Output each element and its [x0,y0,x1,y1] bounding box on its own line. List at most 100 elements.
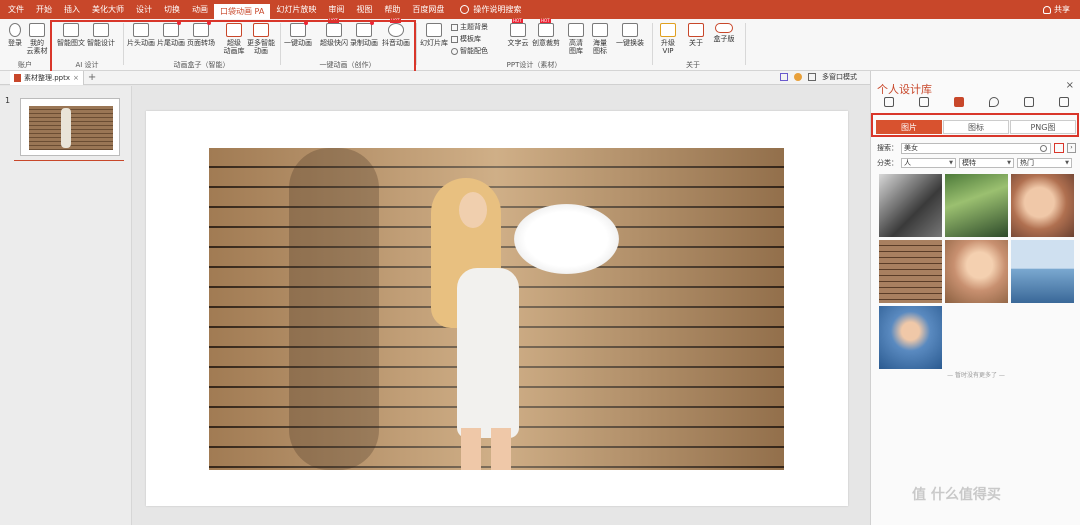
settings-icon[interactable] [794,73,802,81]
crown-icon [660,23,676,37]
result-image[interactable] [945,240,1008,303]
multi-window-label[interactable]: 多窗口模式 [822,72,857,82]
menu-review[interactable]: 审阅 [322,0,350,19]
multi-window-icon [808,73,816,81]
menu-home[interactable]: 开始 [30,0,58,19]
about-button[interactable]: 关于 [681,23,711,47]
lightbulb-icon [460,5,470,14]
menu-pocket-animation[interactable]: 口袋动画 PA [214,1,271,19]
result-image[interactable] [879,240,942,303]
photo-leg [461,428,481,470]
menu-help[interactable]: 帮助 [378,0,406,19]
template-library-button[interactable]: 模板库 [451,34,481,44]
toggle-icon [715,23,733,33]
tell-me-search[interactable]: 操作说明搜索 [460,4,521,15]
menu-slideshow[interactable]: 幻灯片放映 [270,0,322,19]
result-image[interactable] [879,174,942,237]
image-category-icon[interactable] [953,97,964,107]
panel-close-icon[interactable]: × [1066,80,1074,91]
tab-images[interactable]: 图片 [876,120,942,134]
thumbnail-image [29,106,113,150]
slide-library-button[interactable]: 幻灯片库 [419,23,449,47]
chevron-down-icon: ▼ [1065,160,1069,166]
search-icon[interactable] [1040,144,1047,152]
category-select-1[interactable]: 人 ▼ [901,158,956,168]
tabs-highlight-box: 图片 图标 PNG图 [871,113,1079,137]
category-select-2-value: 模特 [962,159,976,167]
copy-icon[interactable] [1058,97,1069,107]
app-window: 文件 开始 插入 美化大师 设计 切换 动画 口袋动画 PA 幻灯片放映 审阅 … [0,0,1080,525]
share-label: 共享 [1054,5,1070,14]
category-select-2[interactable]: 模特 ▼ [959,158,1014,168]
search-input[interactable] [901,142,1051,154]
slide-thumbnails-pane: 1 [0,86,132,525]
cloud-icon [29,23,45,37]
menu-view[interactable]: 视图 [350,0,378,19]
menu-file[interactable]: 文件 [2,0,30,19]
category-select-3[interactable]: 热门 ▼ [1017,158,1072,168]
theme-background-label: 主题背景 [460,23,488,31]
creative-crop-label: 创意裁剪 [532,39,560,47]
add-tab-button[interactable]: + [88,72,96,83]
tab-png[interactable]: PNG图 [1010,120,1076,134]
menu-beautify[interactable]: 美化大师 [86,0,130,19]
menu-animation[interactable]: 动画 [186,0,214,19]
menu-bar: 文件 开始 插入 美化大师 设计 切换 动画 口袋动画 PA 幻灯片放映 审阅 … [0,0,1080,19]
box-icon[interactable] [883,97,894,107]
presentation-icon[interactable] [918,97,929,107]
pin-icon[interactable] [780,73,788,81]
close-tab-icon[interactable]: × [73,74,79,82]
document-tab[interactable]: 素材整理.pptx × [10,70,84,85]
logo-icon [688,23,704,37]
selection-indicator [14,160,124,161]
no-more-results: — 暂时没有更多了 — [947,372,1005,379]
tell-me-label: 操作说明搜索 [473,5,522,14]
slides-icon [426,23,442,37]
one-click-dressup-button[interactable]: 一键换装 [615,23,645,47]
upgrade-vip-button[interactable]: 升级 VIP [653,23,683,55]
location-icon[interactable] [988,97,999,107]
photo-shadow [289,148,379,470]
word-cloud-button[interactable]: 文字云 [503,19,533,47]
document-tab-name: 素材整理.pptx [24,73,70,82]
theme-icon [451,23,458,31]
chevron-down-icon: ▼ [1007,160,1011,166]
theme-background-button[interactable]: 主题背景 [451,22,488,32]
my-cloud-button[interactable]: 我的 云素材 [22,23,52,55]
upgrade-vip-label: 升级 VIP [661,39,675,55]
filter-icon[interactable] [1054,143,1064,153]
slide-photo[interactable] [209,148,784,470]
my-cloud-label: 我的 云素材 [26,39,48,55]
smart-color-label: 智能配色 [460,47,488,55]
palette-icon [451,47,458,55]
document-tab-bar: 素材整理.pptx × + [0,70,870,85]
category-row: 分类： 人 ▼ 模特 ▼ 热门 ▼ [877,157,1077,169]
result-image[interactable] [1011,240,1074,303]
result-image[interactable] [945,174,1008,237]
watermark-text: 值 什么值得买 [912,487,1001,503]
printer-icon[interactable] [1023,97,1034,107]
smart-color-button[interactable]: 智能配色 [451,46,488,56]
result-image[interactable] [1011,174,1074,237]
slide[interactable] [146,111,848,506]
result-image[interactable] [879,306,942,369]
search-row: 搜索： › [877,142,1077,154]
group-account: 登录 我的 云素材 账户 [0,19,50,71]
menu-insert[interactable]: 插入 [58,0,86,19]
chevron-right-icon[interactable]: › [1067,143,1076,153]
cloud-text-icon [510,19,526,37]
massive-icons-button[interactable]: 海量 图标 [585,23,615,55]
icons-icon [592,23,608,37]
tab-icons[interactable]: 图标 [943,120,1009,134]
menu-baidu-pan[interactable]: 百度网盘 [406,0,450,19]
slide-canvas [132,86,870,525]
panel-title: 个人设计库 [877,83,932,96]
slide-thumbnail[interactable] [20,98,120,156]
menu-transition[interactable]: 切换 [158,0,186,19]
creative-crop-button[interactable]: 创意裁剪 [531,19,561,47]
menu-design[interactable]: 设计 [130,0,158,19]
image-icon [568,23,584,37]
window-mode-controls: 多窗口模式 [780,72,857,82]
box-edition-button[interactable]: 盒子版 [709,23,739,43]
share-button[interactable]: 共享 [1043,0,1070,19]
